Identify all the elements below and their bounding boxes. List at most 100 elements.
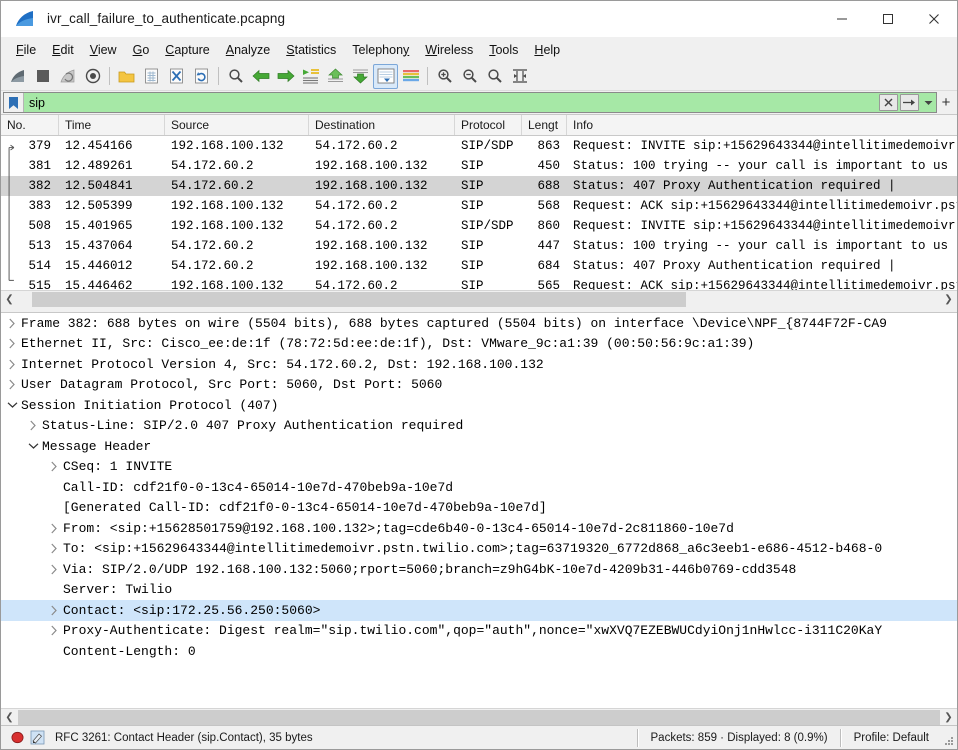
scroll-left-icon[interactable]: ❮ [1, 291, 18, 308]
column-header-protocol[interactable]: Protocol [455, 115, 522, 135]
detail-row[interactable]: User Datagram Protocol, Src Port: 5060, … [1, 375, 957, 396]
menu-wireless[interactable]: Wireless [417, 40, 481, 60]
capture-options-icon[interactable] [80, 64, 105, 89]
packet-row[interactable]: 51415.44601254.172.60.2192.168.100.132SI… [1, 256, 957, 276]
detail-row[interactable]: Call-ID: cdf21f0-0-13c4-65014-10e7d-470b… [1, 477, 957, 498]
save-file-icon[interactable] [139, 64, 164, 89]
chevron-right-icon[interactable] [47, 523, 61, 534]
column-header-length[interactable]: Lengt [522, 115, 567, 135]
capture-comment-icon[interactable] [27, 728, 47, 748]
detail-row[interactable]: From: <sip:+15628501759@192.168.100.132>… [1, 518, 957, 539]
chevron-right-icon[interactable] [5, 318, 19, 329]
packet-list-scroll-thumb[interactable] [32, 292, 687, 307]
detail-row[interactable]: Frame 382: 688 bytes on wire (5504 bits)… [1, 313, 957, 334]
menu-statistics[interactable]: Statistics [278, 40, 344, 60]
detail-row[interactable]: Message Header [1, 436, 957, 457]
go-to-first-packet-icon[interactable] [323, 64, 348, 89]
detail-row[interactable]: Via: SIP/2.0/UDP 192.168.100.132:5060;rp… [1, 559, 957, 580]
packet-row[interactable]: 50815.401965192.168.100.13254.172.60.2SI… [1, 216, 957, 236]
reload-file-icon[interactable] [189, 64, 214, 89]
display-filter-input[interactable] [24, 93, 879, 112]
chevron-down-icon[interactable] [921, 93, 936, 112]
detail-scroll-right-icon[interactable]: ❯ [940, 709, 957, 726]
detail-row[interactable]: Session Initiation Protocol (407) [1, 395, 957, 416]
menu-file[interactable]: File [8, 40, 44, 60]
go-to-last-packet-icon[interactable] [348, 64, 373, 89]
chevron-right-icon[interactable] [5, 359, 19, 370]
find-packet-icon[interactable] [223, 64, 248, 89]
packet-row[interactable]: 37912.454166192.168.100.13254.172.60.2SI… [1, 136, 957, 156]
column-header-no[interactable]: No. [1, 115, 59, 135]
clear-filter-icon[interactable] [879, 94, 898, 111]
menu-edit[interactable]: Edit [44, 40, 82, 60]
packet-list-body[interactable]: 37912.454166192.168.100.13254.172.60.2SI… [1, 136, 957, 290]
packet-row[interactable]: 38112.48926154.172.60.2192.168.100.132SI… [1, 156, 957, 176]
detail-row[interactable]: Ethernet II, Src: Cisco_ee:de:1f (78:72:… [1, 334, 957, 355]
maximize-button[interactable] [865, 1, 911, 37]
chevron-right-icon[interactable] [47, 543, 61, 554]
resize-grip-icon[interactable] [943, 735, 955, 747]
menu-tools[interactable]: Tools [481, 40, 526, 60]
chevron-down-icon[interactable] [5, 401, 19, 409]
menu-analyze[interactable]: Analyze [218, 40, 278, 60]
bookmark-icon[interactable] [4, 93, 24, 112]
go-back-icon[interactable] [248, 64, 273, 89]
open-file-icon[interactable] [114, 64, 139, 89]
close-button[interactable] [911, 1, 957, 37]
packet-list-hscrollbar[interactable]: ❮ ❯ [1, 290, 957, 307]
restart-capture-icon[interactable] [55, 64, 80, 89]
packet-row[interactable]: 38212.50484154.172.60.2192.168.100.132SI… [1, 176, 957, 196]
detail-row[interactable]: [Generated Call-ID: cdf21f0-0-13c4-65014… [1, 498, 957, 519]
column-header-info[interactable]: Info [567, 115, 957, 135]
menu-telephony[interactable]: Telephony [344, 40, 417, 60]
detail-row[interactable]: Status-Line: SIP/2.0 407 Proxy Authentic… [1, 416, 957, 437]
start-capture-icon[interactable] [5, 64, 30, 89]
menu-help[interactable]: Help [526, 40, 568, 60]
column-header-source[interactable]: Source [165, 115, 309, 135]
zoom-in-icon[interactable] [432, 64, 457, 89]
detail-row[interactable]: Contact: <sip:172.25.56.250:5060> [1, 600, 957, 621]
add-filter-button[interactable]: + [937, 94, 955, 111]
packet-details-pane[interactable]: Frame 382: 688 bytes on wire (5504 bits)… [1, 312, 957, 708]
expert-info-icon[interactable] [7, 728, 27, 748]
menu-go[interactable]: Go [125, 40, 158, 60]
zoom-reset-icon[interactable] [482, 64, 507, 89]
resize-columns-icon[interactable] [507, 64, 532, 89]
chevron-right-icon[interactable] [5, 338, 19, 349]
status-profile-info[interactable]: Profile: Default [842, 732, 941, 744]
packet-list-scroll-track[interactable] [18, 292, 940, 307]
detail-row[interactable]: To: <sip:+15629643344@intellitimedemoivr… [1, 539, 957, 560]
colorize-packets-icon[interactable] [398, 64, 423, 89]
stop-capture-icon[interactable] [30, 64, 55, 89]
detail-row[interactable]: Internet Protocol Version 4, Src: 54.172… [1, 354, 957, 375]
chevron-down-icon[interactable] [26, 442, 40, 450]
detail-scroll-thumb[interactable] [18, 710, 940, 725]
chevron-right-icon[interactable] [47, 564, 61, 575]
chevron-right-icon[interactable] [26, 420, 40, 431]
detail-scroll-track[interactable] [18, 710, 940, 725]
scroll-right-icon[interactable]: ❯ [940, 291, 957, 308]
zoom-out-icon[interactable] [457, 64, 482, 89]
chevron-right-icon[interactable] [47, 461, 61, 472]
detail-row[interactable]: Content-Length: 0 [1, 641, 957, 662]
apply-filter-icon[interactable] [900, 94, 919, 111]
column-header-destination[interactable]: Destination [309, 115, 455, 135]
packet-row[interactable]: 51515.446462192.168.100.13254.172.60.2SI… [1, 276, 957, 290]
packet-details-hscrollbar[interactable]: ❮ ❯ [1, 708, 957, 725]
packet-row[interactable]: 51315.43706454.172.60.2192.168.100.132SI… [1, 236, 957, 256]
detail-scroll-left-icon[interactable]: ❮ [1, 709, 18, 726]
menu-view[interactable]: View [82, 40, 125, 60]
detail-row[interactable]: Server: Twilio [1, 580, 957, 601]
column-header-time[interactable]: Time [59, 115, 165, 135]
close-file-icon[interactable] [164, 64, 189, 89]
minimize-button[interactable] [819, 1, 865, 37]
chevron-right-icon[interactable] [5, 379, 19, 390]
menu-capture[interactable]: Capture [157, 40, 217, 60]
go-to-packet-icon[interactable] [298, 64, 323, 89]
auto-scroll-icon[interactable] [373, 64, 398, 89]
detail-row[interactable]: CSeq: 1 INVITE [1, 457, 957, 478]
chevron-right-icon[interactable] [47, 625, 61, 636]
go-forward-icon[interactable] [273, 64, 298, 89]
chevron-right-icon[interactable] [47, 605, 61, 616]
detail-row[interactable]: Proxy-Authenticate: Digest realm="sip.tw… [1, 621, 957, 642]
